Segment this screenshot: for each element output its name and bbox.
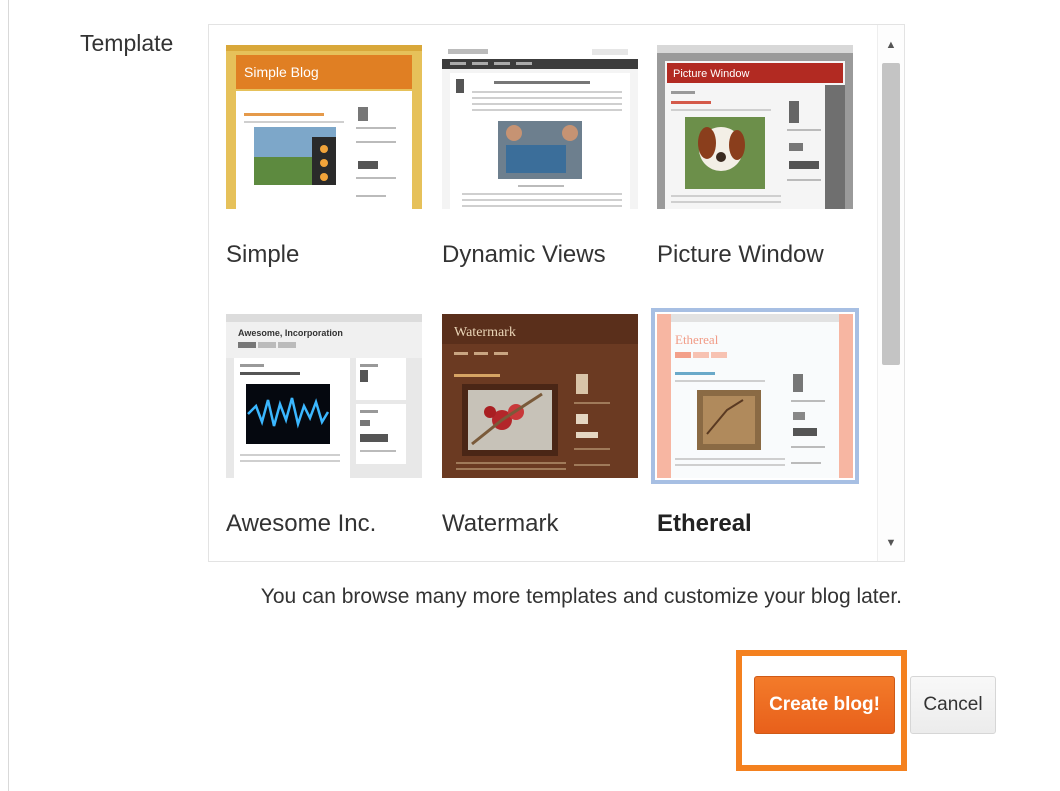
template-name-dynamic-views[interactable]: Dynamic Views — [442, 241, 606, 269]
template-thumbnail-awesome-inc[interactable]: Awesome, Incorporation — [226, 314, 422, 478]
create-blog-button[interactable]: Create blog! — [754, 676, 895, 734]
ethereal-thumb-title: Ethereal — [675, 332, 719, 347]
template-name-picture-window[interactable]: Picture Window — [657, 241, 824, 269]
template-thumbnail-picture-window[interactable]: Picture Window — [657, 45, 853, 209]
picture-window-thumb-title: Picture Window — [673, 68, 749, 80]
template-thumbnail-watermark[interactable]: Watermark — [442, 314, 638, 478]
template-name-awesome-inc[interactable]: Awesome Inc. — [226, 510, 376, 538]
template-picker[interactable]: Simple Blog Simple Dynamic Views Picture… — [208, 24, 905, 562]
template-scrollbar[interactable]: ▲ ▼ — [877, 25, 904, 561]
template-name-watermark[interactable]: Watermark — [442, 510, 558, 538]
left-divider — [8, 0, 9, 791]
template-thumbnail-ethereal[interactable]: Ethereal — [651, 308, 859, 484]
scroll-thumb[interactable] — [882, 63, 900, 365]
cancel-button[interactable]: Cancel — [910, 676, 996, 734]
template-thumbnail-dynamic-views[interactable] — [442, 45, 638, 209]
watermark-thumb-title: Watermark — [454, 325, 516, 340]
template-thumbnail-simple[interactable]: Simple Blog — [226, 45, 422, 209]
awesome-inc-thumb-title: Awesome, Incorporation — [238, 328, 343, 338]
simple-thumb-title: Simple Blog — [244, 64, 319, 80]
scroll-up-icon[interactable]: ▲ — [878, 33, 904, 57]
template-hint-text: You can browse many more templates and c… — [260, 585, 902, 608]
template-name-simple[interactable]: Simple — [226, 241, 299, 269]
scroll-down-icon[interactable]: ▼ — [878, 531, 904, 555]
template-name-ethereal[interactable]: Ethereal — [657, 510, 752, 538]
template-field-label: Template — [80, 30, 174, 56]
